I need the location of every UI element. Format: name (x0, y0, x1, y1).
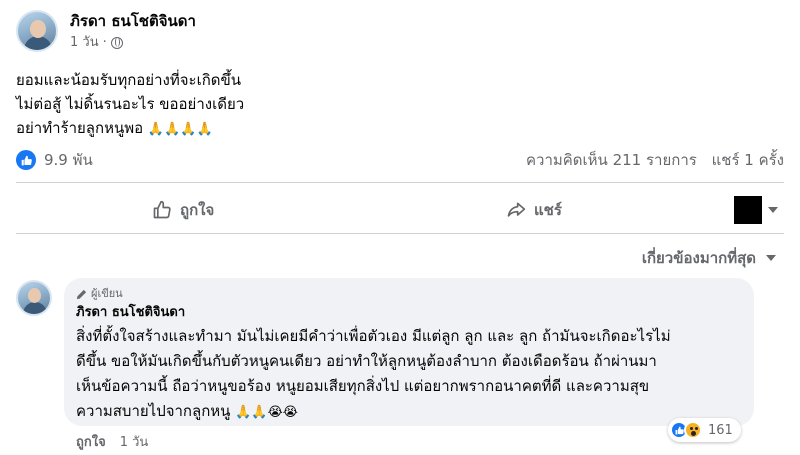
comment-line-text: ความสบายไปจากลูกหนู (76, 402, 231, 420)
comment-reactions[interactable]: 161 (668, 418, 741, 442)
comment-line: เห็นข้อความนี้ ถือว่าหนูขอร้อง หนูยอมเสี… (76, 377, 650, 395)
folded-hands-emoji: 🙏🙏🙏🙏 (147, 122, 213, 137)
meta-separator: · (102, 34, 107, 50)
pray-cry-emoji: 🙏🙏😭😭 (235, 405, 298, 420)
like-button[interactable]: ถูกใจ (152, 198, 214, 222)
chevron-down-icon (766, 255, 776, 261)
comments-count[interactable]: ความคิดเห็น 211 รายการ (526, 151, 697, 169)
post-line: ไม่ต่อสู้ ไม่ดิ้นรนอะไร ขออย่างเดียว (16, 95, 245, 113)
audience-selector[interactable] (734, 196, 778, 224)
pencil-icon (76, 289, 87, 299)
thumbs-up-icon (153, 200, 171, 219)
sort-label: เกี่ยวข้องมากที่สุด (641, 249, 756, 267)
comment-line: ดีขึ้น ขอให้มันเกิดขึ้นกับตัวหนูคนเดียว … (76, 352, 657, 370)
share-label: แชร์ (534, 201, 562, 219)
comment-bubble: ผู้เขียน ภิรดา ธนโชติจินดา สิ่งที่ตั้งใจ… (64, 278, 754, 426)
reaction-count: 161 (708, 422, 733, 438)
post-author-name[interactable]: ภิรดา ธนโชติจินดา (70, 11, 196, 31)
comment-author-name[interactable]: ภิรดา ธนโชติจินดา (76, 304, 742, 322)
comment-sort-dropdown[interactable]: เกี่ยวข้องมากที่สุด (642, 246, 776, 270)
globe-icon[interactable] (110, 36, 123, 49)
action-bar: ถูกใจ แชร์ (16, 190, 784, 230)
share-button[interactable]: แชร์ (506, 198, 562, 222)
author-block: ภิรดา ธนโชติจินดา 1 วัน · (70, 11, 196, 52)
post-stats: 9.9 พัน ความคิดเห็น 211 รายการ แชร์ 1 คร… (16, 148, 784, 172)
comment-line: ความสบายไปจากลูกหนู 🙏🙏😭😭 (76, 399, 742, 425)
comment-like-link[interactable]: ถูกใจ (76, 431, 106, 452)
like-reaction-icon (16, 150, 36, 170)
post-header: ภิรดา ธนโชติจินดา 1 วัน · (16, 10, 196, 52)
like-label: ถูกใจ (180, 201, 215, 219)
post-time[interactable]: 1 วัน (70, 34, 99, 52)
share-icon (507, 202, 526, 217)
chevron-down-icon (768, 207, 778, 213)
redacted-avatar (734, 196, 762, 224)
divider (16, 233, 784, 234)
shares-count[interactable]: แชร์ 1 ครั้ง (712, 151, 784, 169)
author-badge: ผู้เขียน (76, 286, 742, 302)
post-line: อย่าทำร้ายลูกหนูพอ 🙏🙏🙏🙏 (16, 116, 244, 142)
comment-author-avatar[interactable] (16, 280, 52, 316)
post-text: ยอมและน้อมรับทุกอย่างที่จะเกิดขึ้น ไม่ต่… (16, 68, 244, 142)
comment-actions: ถูกใจ 1 วัน (76, 431, 148, 452)
like-count: 9.9 พัน (44, 151, 93, 169)
author-badge-label: ผู้เขียน (91, 287, 123, 300)
likes-summary[interactable]: 9.9 พัน (16, 148, 93, 172)
engagement-counts: ความคิดเห็น 211 รายการ แชร์ 1 ครั้ง (516, 148, 784, 172)
comment-time[interactable]: 1 วัน (120, 431, 149, 452)
divider (16, 182, 784, 183)
post-line-text: อย่าทำร้ายลูกหนูพอ (16, 119, 144, 137)
wow-reaction-icon (684, 421, 702, 439)
post-meta: 1 วัน · (70, 34, 196, 52)
post-line: ยอมและน้อมรับทุกอย่างที่จะเกิดขึ้น (16, 71, 242, 89)
author-avatar[interactable] (16, 10, 58, 52)
comment-text: สิ่งที่ตั้งใจสร้างและทำมา มันไม่เคยมีคำว… (76, 324, 742, 425)
comment-line: สิ่งที่ตั้งใจสร้างและทำมา มันไม่เคยมีคำว… (76, 327, 671, 345)
